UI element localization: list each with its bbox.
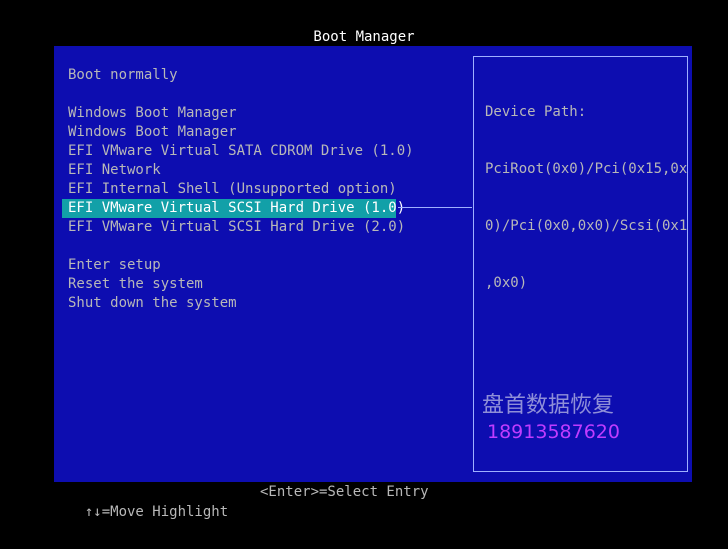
device-path-line: PciRoot(0x0)/Pci(0x15,0x xyxy=(485,161,688,177)
menu-item-enter-setup[interactable]: Enter setup xyxy=(62,256,462,275)
window-title: Boot Manager xyxy=(313,29,415,45)
boot-manager-panel: Boot normally Windows Boot Manager Windo… xyxy=(54,46,692,482)
menu-item-boot-normally[interactable]: Boot normally xyxy=(62,66,462,85)
device-path-label: Device Path: xyxy=(485,104,587,120)
menu-item-shut-down-system[interactable]: Shut down the system xyxy=(62,294,462,313)
menu-item-efi-network[interactable]: EFI Network xyxy=(62,161,462,180)
watermark-company-name: 盘首数据恢复 xyxy=(482,393,615,418)
device-path-line: ,0x0) xyxy=(485,275,528,291)
menu-item-efi-scsi-hard-drive-2[interactable]: EFI VMware Virtual SCSI Hard Drive (2.0) xyxy=(62,218,462,237)
watermark: 盘首数据恢复 18913587620 xyxy=(482,392,620,444)
menu-item-efi-sata-cdrom[interactable]: EFI VMware Virtual SATA CDROM Drive (1.0… xyxy=(62,142,462,161)
menu-item-windows-boot-manager-1[interactable]: Windows Boot Manager xyxy=(62,104,462,123)
menu-item-efi-internal-shell[interactable]: EFI Internal Shell (Unsupported option) xyxy=(62,180,462,199)
watermark-phone-number: 18913587620 xyxy=(487,421,620,443)
hint-move-highlight: ↑↓=Move Highlight xyxy=(84,504,229,520)
key-hints-bar: ↑↓=Move Highlight <Enter>=Select Entry xyxy=(68,482,429,520)
selection-connector-line xyxy=(398,207,472,208)
menu-item-efi-scsi-hard-drive-1[interactable]: EFI VMware Virtual SCSI Hard Drive (1.0) xyxy=(62,199,405,218)
device-path-text: Device Path: PciRoot(0x0)/Pci(0x15,0x 0)… xyxy=(485,65,688,331)
boot-menu: Boot normally Windows Boot Manager Windo… xyxy=(62,66,462,313)
menu-item-windows-boot-manager-2[interactable]: Windows Boot Manager xyxy=(62,123,462,142)
hint-select-entry: <Enter>=Select Entry xyxy=(260,484,429,500)
device-path-line: 0)/Pci(0x0,0x0)/Scsi(0x1 xyxy=(485,218,688,234)
menu-spacer xyxy=(62,85,462,104)
menu-item-reset-system[interactable]: Reset the system xyxy=(62,275,462,294)
menu-spacer xyxy=(62,237,462,256)
device-info-panel: Device Path: PciRoot(0x0)/Pci(0x15,0x 0)… xyxy=(473,56,688,472)
